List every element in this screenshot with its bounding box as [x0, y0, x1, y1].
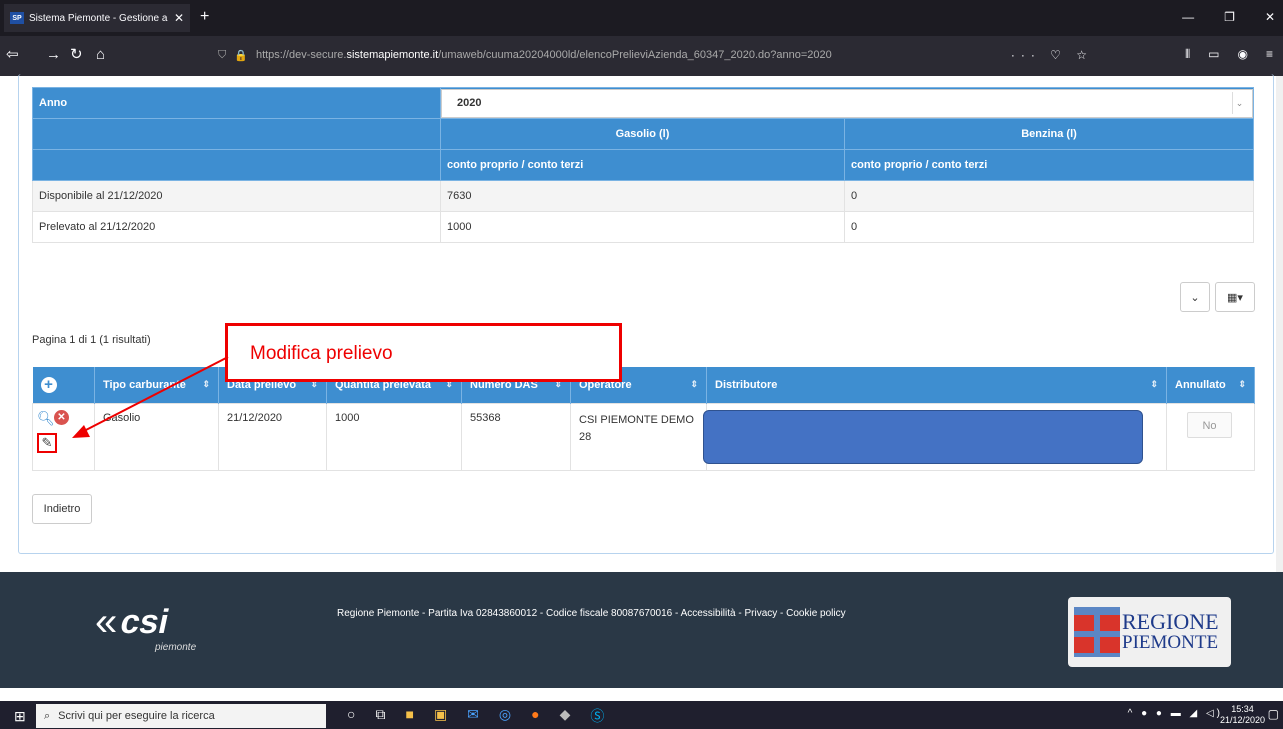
app-icon[interactable]: ◆ — [560, 706, 571, 726]
cell-annullato: No — [1166, 402, 1255, 471]
annullato-toggle[interactable]: No — [1187, 411, 1232, 438]
col-annullato[interactable]: Annullato ⇕ — [1166, 367, 1255, 403]
redaction-box — [703, 410, 1143, 464]
cell-data: 21/12/2020 — [218, 402, 327, 471]
shield-icon: ⛉ — [218, 48, 227, 61]
spacer — [0, 688, 1283, 701]
browser-nav-bar: ⇦ → ↻ ⌂ ⛉ 🔒 https://dev-secure.sistemapi… — [0, 36, 1283, 76]
library-icon[interactable]: ⫴ — [1185, 47, 1190, 62]
account-icon[interactable]: ◉ — [1238, 47, 1248, 62]
anno-label: Anno — [32, 87, 441, 119]
regione-flag-icon — [1074, 607, 1120, 657]
regione-logo: REGIONE PIEMONTE — [1068, 597, 1231, 667]
restore-icon[interactable]: ❐ — [1224, 10, 1235, 24]
cell-quantita: 1000 — [326, 402, 462, 471]
search-placeholder: Scrivi qui per eseguire la ricerca — [58, 710, 215, 722]
empty-subheader — [32, 149, 441, 181]
grid-icon: ▦▾ — [1227, 291, 1243, 304]
firefox-icon[interactable]: ● — [531, 706, 539, 726]
csi-logo: « csi piemonte — [95, 600, 197, 653]
reload-icon[interactable]: ↻ — [70, 46, 83, 64]
forward-arrow-icon[interactable]: → — [46, 46, 61, 64]
sort-icon: ⇕ — [1150, 378, 1158, 389]
cortana-icon[interactable]: ○ — [347, 706, 355, 726]
row-label: Disponibile al 21/12/2020 — [32, 180, 441, 212]
annotation-callout: Modifica prelievo — [225, 323, 622, 382]
windows-start-icon[interactable]: ⊞ — [14, 708, 26, 725]
piemonte-text: PIEMONTE — [1122, 632, 1219, 653]
menu-icon[interactable]: ≡ — [1266, 47, 1273, 62]
csi-chevron-icon: « — [95, 600, 118, 644]
pagination-info: Pagina 1 di 1 (1 risultati) — [32, 334, 151, 346]
benzina-value: 0 — [844, 180, 1254, 212]
summary-row: Disponibile al 21/12/2020 7630 0 — [32, 180, 1254, 212]
back-button[interactable]: Indietro — [32, 494, 92, 524]
summary-table: Anno 2020 ⌄ Gasolio (l) Benzina (l) cont… — [32, 87, 1254, 243]
sort-icon: ⇕ — [690, 378, 698, 389]
clock[interactable]: 15:34 21/12/2020 — [1220, 704, 1265, 726]
gasolio-value: 1000 — [440, 211, 845, 243]
back-arrow-icon[interactable]: ⇦ — [6, 46, 19, 64]
mail-icon[interactable]: ✉ — [467, 706, 479, 726]
task-view-icon[interactable]: ⧉ — [375, 706, 385, 726]
minimize-icon[interactable]: — — [1182, 10, 1194, 24]
actions-cell: 🔍︎ ✕ ✎ — [32, 402, 95, 471]
tab-title: Sistema Piemonte - Gestione a — [29, 12, 168, 24]
file-explorer-icon[interactable]: ■ — [405, 706, 413, 726]
chevron-down-icon: ⌄ — [1190, 291, 1200, 304]
gasolio-value: 7630 — [440, 180, 845, 212]
edit-pencil-icon[interactable]: ✎ — [37, 432, 57, 453]
window-close-icon[interactable]: ✕ — [1265, 10, 1275, 24]
footer-links[interactable]: Regione Piemonte - Partita Iva 028438600… — [337, 608, 846, 619]
columns-button[interactable]: ▦▾ — [1215, 282, 1255, 312]
url-bar[interactable]: ⛉ 🔒 https://dev-secure.sistemapiemonte.i… — [210, 42, 1090, 68]
gasolio-header: Gasolio (l) — [440, 118, 845, 150]
delete-icon[interactable]: ✕ — [54, 409, 69, 425]
page-actions-icon[interactable]: ··· ♡ ☆ — [1011, 48, 1093, 62]
anno-select[interactable]: 2020 ⌄ — [441, 88, 1253, 118]
chevron-down-icon: ⌄ — [1232, 92, 1246, 114]
store-icon[interactable]: ▣ — [434, 706, 447, 726]
benzina-header: Benzina (l) — [844, 118, 1254, 150]
lock-icon: 🔒 — [234, 49, 248, 62]
anno-value: 2020 — [457, 97, 482, 109]
taskbar-search[interactable]: ⌕ Scrivi qui per eseguire la ricerca — [36, 704, 326, 728]
site-footer: « csi piemonte Regione Piemonte - Partit… — [0, 572, 1283, 688]
close-tab-icon[interactable]: ✕ — [174, 11, 184, 25]
regione-text: REGIONE — [1122, 609, 1219, 634]
browser-tab[interactable]: SP Sistema Piemonte - Gestione a ✕ — [4, 4, 190, 32]
sidebar-icon[interactable]: ▭ — [1208, 47, 1219, 62]
empty-header — [32, 118, 441, 150]
col-distributore[interactable]: Distributore ⇕ — [706, 367, 1167, 403]
windows-taskbar: ⊞ ⌕ Scrivi qui per eseguire la ricerca ○… — [0, 701, 1283, 729]
system-tray[interactable]: ^ ● ● ▬ ◢ ◁) — [1128, 708, 1223, 719]
skype-icon[interactable]: Ⓢ — [590, 706, 604, 726]
home-icon[interactable]: ⌂ — [96, 46, 105, 64]
collapse-button[interactable]: ⌄ — [1180, 282, 1210, 312]
cell-operatore: CSI PIEMONTE DEMO 28 — [570, 402, 707, 471]
col-tipo[interactable]: Tipo carburante ⇕ — [94, 367, 219, 403]
url-text: https://dev-secure.sistemapiemonte.it/um… — [255, 49, 832, 61]
favicon: SP — [10, 12, 24, 24]
cell-das: 55368 — [461, 402, 571, 471]
benzina-value: 0 — [844, 211, 1254, 243]
edge-icon[interactable]: ◎ — [499, 706, 511, 726]
gasolio-subheader: conto proprio / conto terzi — [440, 149, 845, 181]
sort-icon: ⇕ — [202, 378, 210, 389]
new-tab-icon[interactable]: + — [200, 8, 209, 26]
summary-row: Prelevato al 21/12/2020 1000 0 — [32, 211, 1254, 243]
browser-tab-bar: SP Sistema Piemonte - Gestione a ✕ + — ❐… — [0, 0, 1283, 36]
benzina-subheader: conto proprio / conto terzi — [844, 149, 1254, 181]
notification-icon[interactable]: ▢ — [1268, 707, 1279, 721]
search-icon: ⌕ — [44, 709, 51, 722]
row-label: Prelevato al 21/12/2020 — [32, 211, 441, 243]
sort-icon: ⇕ — [1238, 378, 1246, 389]
magnifier-icon[interactable]: 🔍︎ — [37, 410, 55, 427]
cell-tipo: Gasolio — [94, 402, 219, 471]
add-column-header: + — [32, 367, 95, 403]
add-icon[interactable]: + — [40, 376, 57, 393]
